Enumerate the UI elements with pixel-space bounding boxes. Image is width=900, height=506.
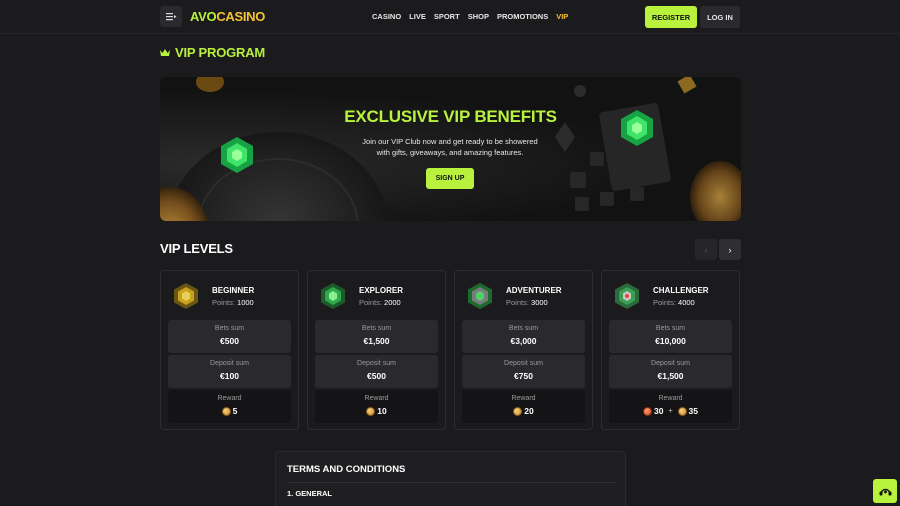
level-card-explorer: EXPLORER Points: 2000 Bets sum €1,500 De… [307,270,446,430]
reward-extra-value: 35 [688,406,699,416]
logo-part-avo: AVO [190,9,217,24]
coin-icon [366,406,376,416]
reward-value: 5 [232,406,238,416]
nav-live[interactable]: LIVE [409,12,426,21]
bets-sum-label: Bets sum [655,325,686,332]
terms-section-heading: 1. GENERAL [287,489,333,498]
chevron-right-icon: › [728,244,732,255]
reward-value: 30 [653,406,664,416]
bets-sum-label: Bets sum [508,325,539,332]
bets-sum-label: Bets sum [361,325,392,332]
bets-sum-box: Bets sum €500 [168,320,291,353]
logo-part-casino: CASINO [216,9,266,24]
level-card-beginner: BEGINNER Points: 1000 Bets sum €500 Depo… [160,270,299,430]
bets-sum-label: Bets sum [214,325,245,332]
deposit-sum-value: €500 [367,371,386,381]
level-card-challenger: CHALLENGER Points: 4000 Bets sum €10,000… [601,270,740,430]
nav-vip[interactable]: VIP [556,12,568,21]
reward-value: 10 [377,406,387,416]
level-badge-beginner-icon [174,283,198,309]
free-spin-coin-icon [642,406,652,416]
deposit-sum-box: Deposit sum €500 [315,355,438,388]
page-title-text: VIP PROGRAM [175,45,266,60]
level-name: BEGINNER [212,286,255,295]
reward-label: Reward [217,395,242,402]
level-name: ADVENTURER [506,286,562,295]
menu-button[interactable] [160,6,182,27]
nav-promotions[interactable]: PROMOTIONS [497,12,548,21]
terms-divider [287,482,616,483]
level-points: Points: 1000 [212,298,254,307]
level-card-adventurer: ADVENTURER Points: 3000 Bets sum €3,000 … [454,270,593,430]
vip-level-cards: BEGINNER Points: 1000 Bets sum €500 Depo… [160,270,740,430]
coin-icon [677,406,687,416]
coin-icon [513,406,523,416]
deposit-sum-label: Deposit sum [357,360,396,367]
level-badge-challenger-icon [615,283,639,309]
vip-banner: EXCLUSIVE VIP BENEFITS Join our VIP Club… [160,77,741,221]
terms-section: TERMS AND CONDITIONS 1. GENERAL [275,451,626,506]
reward-value: 20 [524,406,534,416]
deposit-sum-value: €750 [514,371,533,381]
deposit-sum-label: Deposit sum [210,360,249,367]
signup-button[interactable]: SIGN UP [426,168,474,189]
reward-box: Reward 5 [168,390,291,423]
register-button[interactable]: REGISTER [645,6,697,28]
level-points: Points: 4000 [653,298,695,307]
level-points: Points: 2000 [359,298,401,307]
level-points: Points: 3000 [506,298,548,307]
bets-sum-box: Bets sum €3,000 [462,320,585,353]
bets-sum-value: €1,500 [363,336,390,346]
deposit-sum-value: €100 [220,371,239,381]
bets-sum-value: €3,000 [510,336,537,346]
main-nav: CASINO LIVE SPORT SHOP PROMOTIONS VIP [372,12,568,21]
levels-next-button[interactable]: › [719,239,741,260]
reward-label: Reward [511,395,536,402]
coin-icon [221,406,231,416]
nav-casino[interactable]: CASINO [372,12,401,21]
deposit-sum-box: Deposit sum €750 [462,355,585,388]
levels-prev-button[interactable]: ‹ [695,239,717,260]
plus-icon: + [668,407,673,415]
reward-box: Reward 10 [315,390,438,423]
login-button[interactable]: LOG IN [700,6,740,28]
nav-sport[interactable]: SPORT [434,12,460,21]
nav-shop[interactable]: SHOP [468,12,489,21]
level-name: EXPLORER [359,286,404,295]
site-logo[interactable]: AVOCASINO [190,9,265,24]
reward-label: Reward [364,395,389,402]
bets-sum-box: Bets sum €1,500 [315,320,438,353]
level-name: CHALLENGER [653,286,709,295]
vip-levels-title: VIP LEVELS [160,241,233,256]
chat-icon [879,488,891,496]
deposit-sum-value: €1,500 [657,371,684,381]
level-badge-adventurer-icon [468,283,492,309]
top-header: AVOCASINO CASINO LIVE SPORT SHOP PROMOTI… [0,0,900,34]
crown-icon [160,48,170,56]
level-badge-explorer-icon [321,283,345,309]
terms-title: TERMS AND CONDITIONS [287,464,406,475]
reward-box: Reward 20 [462,390,585,423]
bets-sum-value: €500 [220,336,239,346]
page-title: VIP PROGRAM [160,45,265,60]
reward-label: Reward [658,395,683,402]
banner-description: Join our VIP Club now and get ready to b… [362,137,538,157]
deposit-sum-box: Deposit sum €1,500 [609,355,732,388]
deposit-sum-label: Deposit sum [504,360,543,367]
bets-sum-box: Bets sum €10,000 [609,320,732,353]
menu-icon [165,13,176,21]
deposit-sum-label: Deposit sum [651,360,690,367]
bets-sum-value: €10,000 [655,336,686,346]
chat-button[interactable] [873,479,897,503]
deposit-sum-box: Deposit sum €100 [168,355,291,388]
chevron-left-icon: ‹ [704,244,708,255]
reward-box: Reward 30 + 35 [609,390,732,423]
banner-title: EXCLUSIVE VIP BENEFITS [344,107,557,126]
